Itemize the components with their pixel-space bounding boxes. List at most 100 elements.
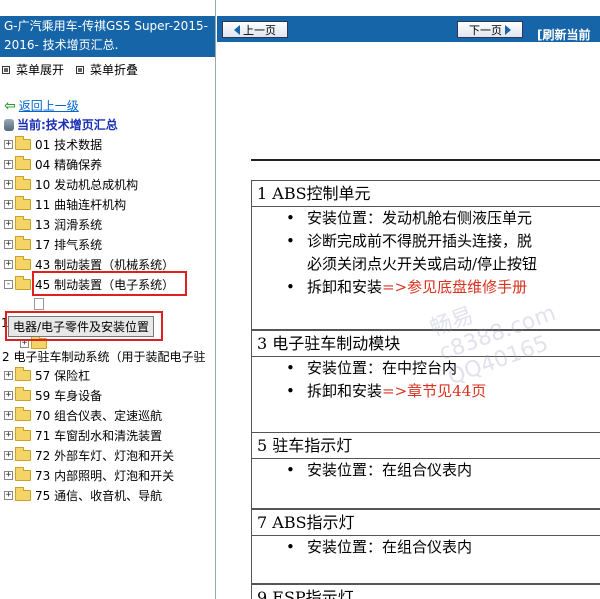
folder-icon bbox=[15, 486, 31, 501]
tree-item-label: 57 保险杠 bbox=[35, 368, 91, 383]
list-item: 诊断完成前不得脱开插头连接，脱 bbox=[252, 230, 600, 253]
folder-icon bbox=[15, 175, 31, 190]
menu-expand-label: 菜单展开 bbox=[16, 63, 65, 77]
folder-icon bbox=[15, 466, 31, 481]
tree-item[interactable]: + 70 组合仪表、定速巡航 bbox=[4, 406, 162, 424]
plus-icon[interactable]: + bbox=[4, 139, 13, 149]
highlight-box bbox=[5, 311, 163, 341]
database-icon bbox=[4, 118, 14, 131]
plus-icon[interactable]: + bbox=[4, 390, 13, 400]
section-abs-control-unit: 1 ABS控制单元 安装位置：发动机舱右侧液压单元 诊断完成前不得脱开插头连接，… bbox=[251, 180, 600, 330]
plus-icon[interactable]: + bbox=[4, 159, 13, 169]
divider bbox=[251, 159, 600, 161]
section-parking-brake-module: 3 电子驻车制动模块 安装位置：在中控台内 拆卸和安装=>章节见44页 bbox=[251, 330, 600, 436]
list-item: 安装位置：发动机舱右侧液压单元 bbox=[252, 207, 600, 230]
prev-page-label: 上一页 bbox=[243, 23, 276, 37]
arrow-right-icon bbox=[505, 24, 511, 35]
folder-icon bbox=[15, 255, 31, 270]
tree-item[interactable]: + 75 通信、收音机、导航 bbox=[4, 486, 162, 504]
tree-item-label: 43 制动装置（机械系统） bbox=[35, 257, 175, 272]
folder-open-icon bbox=[15, 275, 31, 290]
menu-toggles: 菜单展开 菜单折叠 bbox=[2, 61, 138, 78]
tree-item-label: 11 曲轴连杆机构 bbox=[35, 197, 127, 212]
plus-icon[interactable]: + bbox=[4, 430, 13, 440]
list-item: 安装位置：在组合仪表内 bbox=[252, 459, 600, 482]
tree-item[interactable]: + 59 车身设备 bbox=[4, 386, 102, 404]
folder-icon bbox=[15, 215, 31, 230]
plus-icon[interactable]: + bbox=[4, 239, 13, 249]
plus-icon[interactable]: + bbox=[4, 219, 13, 229]
menu-expand-button[interactable]: 菜单展开 bbox=[2, 61, 64, 78]
list-item-continuation: 必须关闭点火开关或启动/停止按钮 bbox=[307, 255, 538, 273]
list-item: 拆卸和安装=>参见底盘维修手册 bbox=[252, 276, 600, 299]
tree-item-label: 13 润滑系统 bbox=[35, 217, 103, 232]
folder-icon bbox=[15, 406, 31, 421]
section-title: 1 ABS控制单元 bbox=[252, 181, 600, 207]
folder-icon bbox=[15, 366, 31, 381]
tree-item-label: 10 发动机总成机构 bbox=[35, 177, 139, 192]
expand-icon bbox=[2, 65, 10, 74]
folder-icon bbox=[15, 195, 31, 210]
list-item: 安装位置：在组合仪表内 bbox=[252, 536, 600, 559]
section-title: 5 驻车指示灯 bbox=[252, 433, 600, 459]
tree-item[interactable]: + 01 技术数据 bbox=[4, 135, 102, 153]
subitem-link[interactable]: 2 电子驻车制动系统（用于装配电子驻 bbox=[2, 347, 205, 365]
tree-item-label: 17 排气系统 bbox=[35, 237, 103, 252]
back-link-label: 返回上一级 bbox=[18, 99, 79, 113]
prev-page-button[interactable]: 上一页 bbox=[222, 21, 288, 38]
plus-icon[interactable]: + bbox=[4, 259, 13, 269]
tree-item[interactable]: + 11 曲轴连杆机构 bbox=[4, 195, 126, 213]
highlight-box bbox=[32, 271, 187, 296]
plus-icon[interactable]: + bbox=[4, 199, 13, 209]
section-abs-indicator: 7 ABS指示灯 安装位置：在组合仪表内 bbox=[251, 509, 600, 584]
menu-collapse-button[interactable]: 菜单折叠 bbox=[76, 61, 138, 78]
menu-collapse-label: 菜单折叠 bbox=[90, 63, 139, 77]
tree-item[interactable]: + 71 车窗刮水和清洗装置 bbox=[4, 426, 162, 444]
section-parking-indicator: 5 驻车指示灯 安装位置：在组合仪表内 bbox=[251, 432, 600, 509]
tree-item-label: 75 通信、收音机、导航 bbox=[35, 488, 163, 503]
tree-item[interactable]: + 72 外部车灯、灯泡和开关 bbox=[4, 446, 174, 464]
plus-icon[interactable]: + bbox=[4, 490, 13, 500]
minus-icon[interactable]: - bbox=[4, 279, 13, 289]
plus-icon[interactable]: + bbox=[4, 450, 13, 460]
next-page-button[interactable]: 下一页 bbox=[457, 21, 523, 38]
back-arrow-icon: ⇦ bbox=[4, 97, 16, 114]
tree-item[interactable]: + 13 润滑系统 bbox=[4, 215, 102, 233]
current-location: 当前:技术增页汇总 bbox=[4, 116, 118, 133]
plus-icon[interactable]: + bbox=[4, 470, 13, 480]
tree-item-label: 71 车窗刮水和清洗装置 bbox=[35, 428, 163, 443]
tree-item[interactable]: + 17 排气系统 bbox=[4, 235, 102, 253]
refresh-link[interactable]: [刷新当前 bbox=[537, 26, 591, 43]
plus-icon[interactable]: + bbox=[4, 370, 13, 380]
next-page-label: 下一页 bbox=[469, 23, 502, 37]
tree-item[interactable]: + 04 精确保养 bbox=[4, 155, 102, 173]
section-title: 9 ESP指示灯 bbox=[252, 585, 600, 599]
list-item: 拆卸和安装=>章节见44页 bbox=[252, 380, 600, 403]
folder-icon bbox=[15, 446, 31, 461]
plus-icon[interactable]: + bbox=[4, 179, 13, 189]
page-toolbar: 上一页 下一页 [刷新当前 bbox=[217, 16, 600, 42]
section-title: 3 电子驻车制动模块 bbox=[252, 331, 600, 357]
content-panel: 上一页 下一页 [刷新当前 1 ABS控制单元 安装位置：发动机舱右侧液压单元 … bbox=[217, 0, 600, 599]
back-link[interactable]: ⇦ 返回上一级 bbox=[4, 97, 79, 114]
document-icon bbox=[34, 298, 44, 310]
folder-icon bbox=[15, 386, 31, 401]
plus-icon[interactable]: + bbox=[4, 410, 13, 420]
folder-icon bbox=[15, 426, 31, 441]
cross-reference-link[interactable]: =>章节见44页 bbox=[382, 382, 486, 400]
tree-item[interactable]: + 73 内部照明、灯泡和开关 bbox=[4, 466, 174, 484]
folder-icon bbox=[15, 235, 31, 250]
tree-item-label: 70 组合仪表、定速巡航 bbox=[35, 408, 163, 423]
tree-item[interactable]: + 57 保险杠 bbox=[4, 366, 90, 384]
folder-icon bbox=[15, 135, 31, 150]
tree-item[interactable]: + 10 发动机总成机构 bbox=[4, 175, 138, 193]
tree-item-label: 04 精确保养 bbox=[35, 157, 103, 172]
manual-title: G-广汽乘用车-传祺GS5 Super-2015-2016- 技术增页汇总. bbox=[0, 16, 215, 57]
tree-item-label: 72 外部车灯、灯泡和开关 bbox=[35, 448, 175, 463]
tree-item-label: 01 技术数据 bbox=[35, 137, 103, 152]
arrow-left-icon bbox=[234, 24, 240, 35]
subitem-label: 2 电子驻车制动系统（用于装配电子驻 bbox=[2, 349, 206, 364]
section-esp-indicator: 9 ESP指示灯 bbox=[251, 584, 600, 599]
tree-item-label: 73 内部照明、灯泡和开关 bbox=[35, 468, 175, 483]
cross-reference-link[interactable]: =>参见底盘维修手册 bbox=[382, 278, 527, 296]
